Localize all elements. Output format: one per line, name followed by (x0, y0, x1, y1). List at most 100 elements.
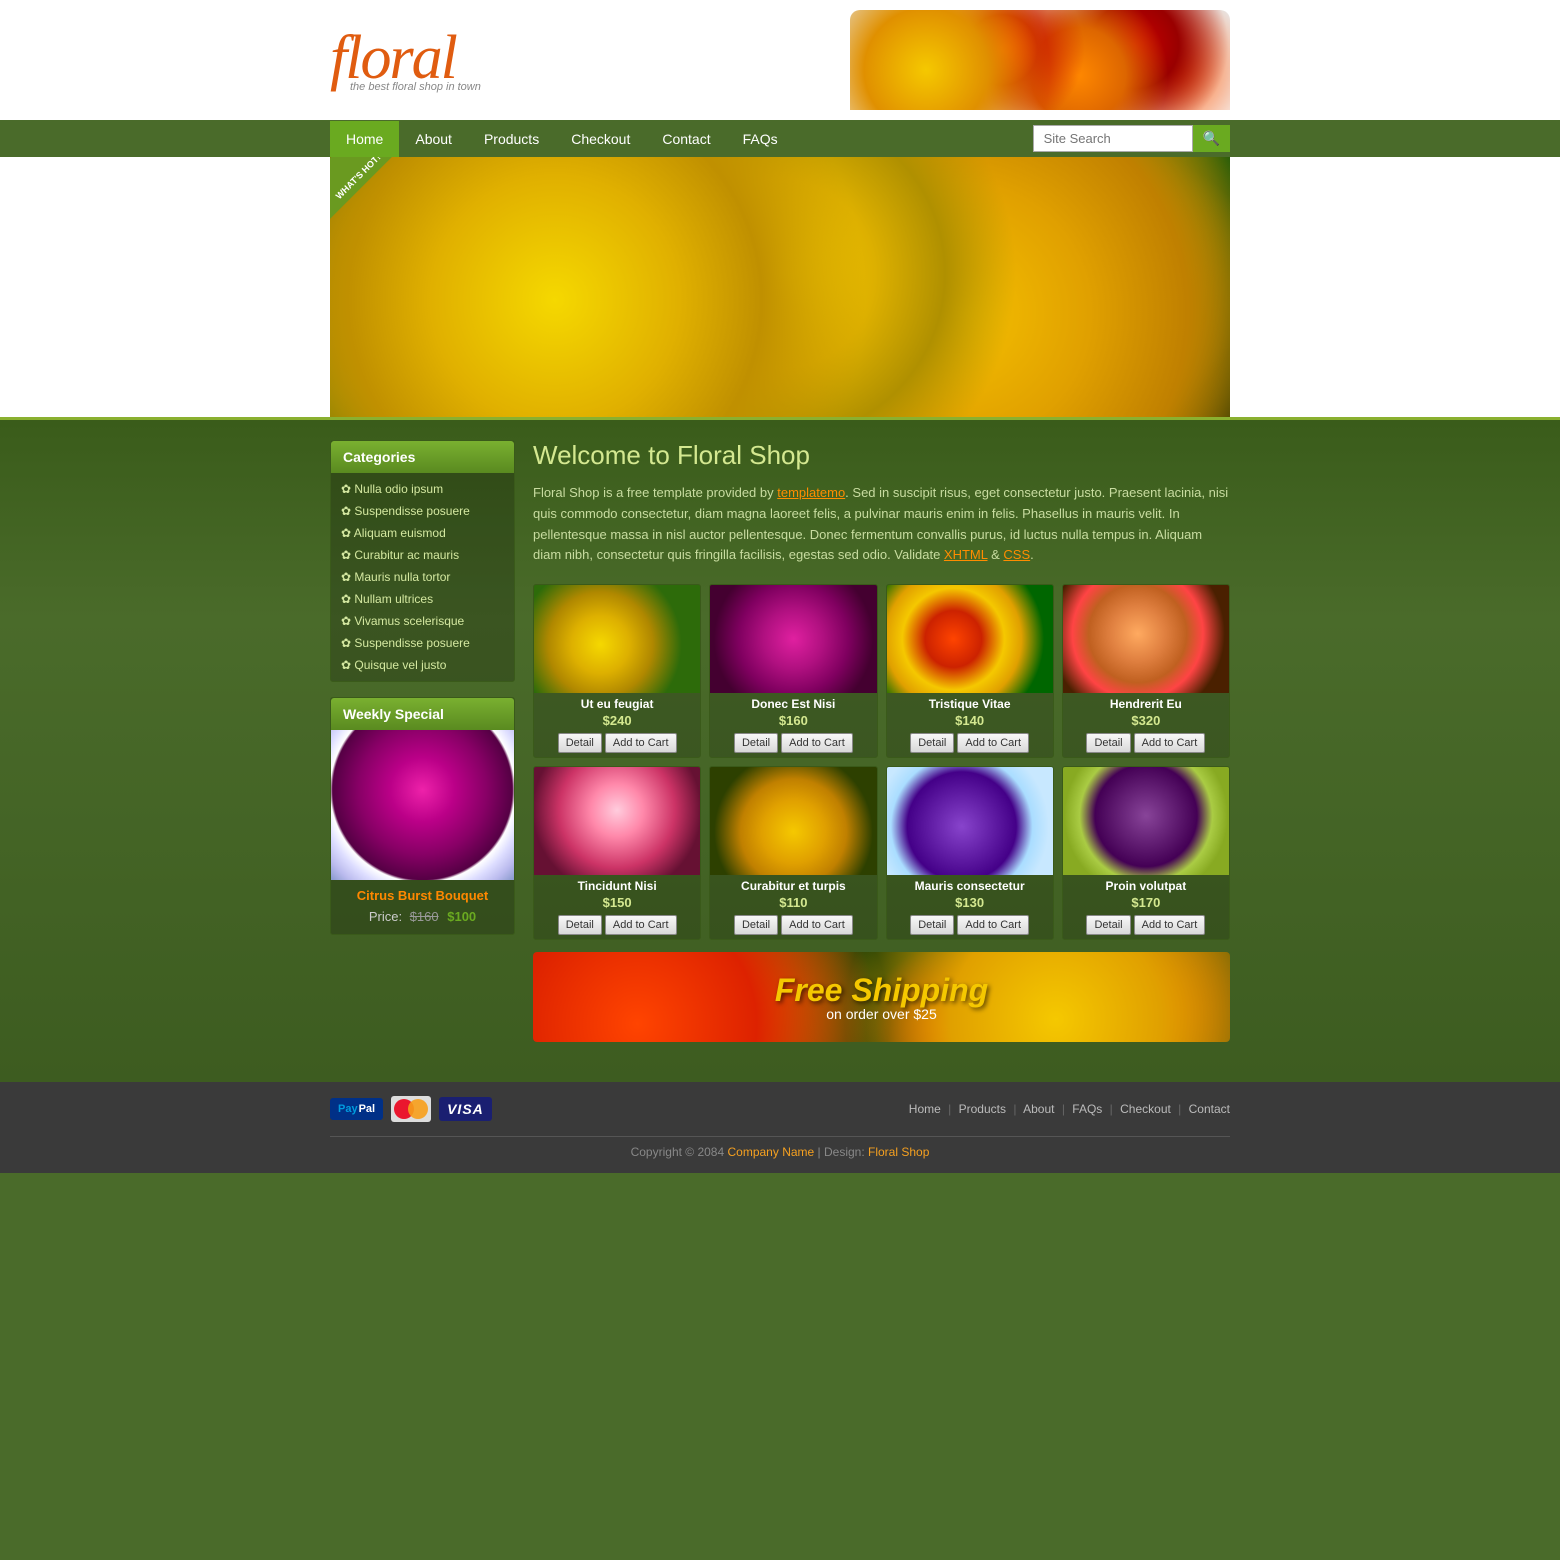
payment-icons: PayPal VISA (330, 1096, 492, 1122)
add-to-cart-button-6[interactable]: Add to Cart (781, 915, 853, 935)
footer-faqs-link[interactable]: FAQs (1072, 1102, 1102, 1116)
product-thumb-3 (887, 585, 1053, 693)
product-item-1: Ut eu feugiat $240 Detail Add to Cart (533, 584, 701, 758)
product-price-8: $170 (1063, 894, 1229, 911)
product-price-6: $110 (710, 894, 876, 911)
categories-title: Categories (331, 441, 514, 473)
category-item[interactable]: ✿ Curabitur ac mauris (331, 544, 514, 566)
detail-button-1[interactable]: Detail (558, 733, 602, 753)
search-input[interactable] (1033, 125, 1193, 152)
product-item-7: Mauris consectetur $130 Detail Add to Ca… (886, 766, 1054, 940)
category-item[interactable]: ✿ Aliquam euismod (331, 522, 514, 544)
product-item-2: Donec Est Nisi $160 Detail Add to Cart (709, 584, 877, 758)
templatemo-link[interactable]: templatemo (777, 485, 845, 500)
visa-icon: VISA (439, 1097, 492, 1121)
product-item-5: Tincidunt Nisi $150 Detail Add to Cart (533, 766, 701, 940)
product-price-3: $140 (887, 712, 1053, 729)
add-to-cart-button-4[interactable]: Add to Cart (1134, 733, 1206, 753)
category-item[interactable]: ✿ Nulla odio ipsum (331, 478, 514, 500)
css-link[interactable]: CSS (1003, 547, 1030, 562)
design-name-link[interactable]: Floral Shop (868, 1145, 929, 1159)
company-name-link[interactable]: Company Name (728, 1145, 815, 1159)
nav-item-faqs[interactable]: FAQs (727, 121, 794, 157)
product-thumb-7 (887, 767, 1053, 875)
product-price-4: $320 (1063, 712, 1229, 729)
weekly-special-name: Citrus Burst Bouquet (331, 880, 514, 906)
main-content: Welcome to Floral Shop Floral Shop is a … (533, 440, 1230, 1042)
product-name-8: Proin volutpat (1063, 875, 1229, 894)
weekly-special-box: Weekly Special Citrus Burst Bouquet Pric… (330, 697, 515, 935)
add-to-cart-button-3[interactable]: Add to Cart (957, 733, 1029, 753)
product-thumb-1 (534, 585, 700, 693)
product-item-4: Hendrerit Eu $320 Detail Add to Cart (1062, 584, 1230, 758)
welcome-title: Welcome to Floral Shop (533, 440, 1230, 471)
add-to-cart-button-2[interactable]: Add to Cart (781, 733, 853, 753)
detail-button-8[interactable]: Detail (1086, 915, 1130, 935)
logo: floral the best floral shop in town (330, 27, 481, 93)
detail-button-5[interactable]: Detail (558, 915, 602, 935)
add-to-cart-button-1[interactable]: Add to Cart (605, 733, 677, 753)
category-item[interactable]: ✿ Suspendisse posuere (331, 632, 514, 654)
product-price-5: $150 (534, 894, 700, 911)
detail-button-4[interactable]: Detail (1086, 733, 1130, 753)
product-price-7: $130 (887, 894, 1053, 911)
categories-list: ✿ Nulla odio ipsum ✿ Suspendisse posuere… (331, 473, 514, 681)
product-item-3: Tristique Vitae $140 Detail Add to Cart (886, 584, 1054, 758)
footer-copyright: Copyright © 2084 Company Name | Design: … (330, 1137, 1230, 1173)
product-item-8: Proin volutpat $170 Detail Add to Cart (1062, 766, 1230, 940)
header-flower-decoration (850, 10, 1230, 110)
product-thumb-2 (710, 585, 876, 693)
nav-item-products[interactable]: Products (468, 121, 555, 157)
sidebar: Categories ✿ Nulla odio ipsum ✿ Suspendi… (330, 440, 515, 1042)
detail-button-2[interactable]: Detail (734, 733, 778, 753)
search-container: 🔍 (1033, 120, 1230, 157)
welcome-text: Floral Shop is a free template provided … (533, 483, 1230, 566)
detail-button-7[interactable]: Detail (910, 915, 954, 935)
product-name-1: Ut eu feugiat (534, 693, 700, 712)
products-grid-row1: Ut eu feugiat $240 Detail Add to Cart Do… (533, 584, 1230, 758)
footer-checkout-link[interactable]: Checkout (1120, 1102, 1171, 1116)
product-thumb-6 (710, 767, 876, 875)
nav-item-about[interactable]: About (399, 121, 468, 157)
product-name-5: Tincidunt Nisi (534, 875, 700, 894)
nav-item-checkout[interactable]: Checkout (555, 121, 646, 157)
nav-item-contact[interactable]: Contact (646, 121, 726, 157)
product-price-2: $160 (710, 712, 876, 729)
price-label: Price: (369, 909, 402, 924)
footer: PayPal VISA Home | Products | About | FA… (0, 1082, 1560, 1173)
detail-button-3[interactable]: Detail (910, 733, 954, 753)
search-button[interactable]: 🔍 (1193, 125, 1230, 152)
category-item[interactable]: ✿ Quisque vel justo (331, 654, 514, 676)
weekly-special-image (331, 730, 514, 880)
nav-item-home[interactable]: Home (330, 121, 399, 157)
old-price: $160 (410, 909, 439, 924)
footer-about-link[interactable]: About (1023, 1102, 1054, 1116)
add-to-cart-button-8[interactable]: Add to Cart (1134, 915, 1206, 935)
product-thumb-8 (1063, 767, 1229, 875)
product-name-7: Mauris consectetur (887, 875, 1053, 894)
category-item[interactable]: ✿ Vivamus scelerisque (331, 610, 514, 632)
logo-tagline: the best floral shop in town (350, 81, 481, 93)
free-shipping-main-text: Free Shipping (775, 972, 988, 1009)
footer-products-link[interactable]: Products (959, 1102, 1006, 1116)
category-item[interactable]: ✿ Suspendisse posuere (331, 500, 514, 522)
mastercard-icon (391, 1096, 431, 1122)
whats-hot-badge: WHAT'S HOT! (330, 157, 410, 237)
categories-box: Categories ✿ Nulla odio ipsum ✿ Suspendi… (330, 440, 515, 682)
add-to-cart-button-5[interactable]: Add to Cart (605, 915, 677, 935)
footer-home-link[interactable]: Home (909, 1102, 941, 1116)
detail-button-6[interactable]: Detail (734, 915, 778, 935)
product-thumb-5 (534, 767, 700, 875)
category-item[interactable]: ✿ Mauris nulla tortor (331, 566, 514, 588)
product-name-2: Donec Est Nisi (710, 693, 876, 712)
footer-contact-link[interactable]: Contact (1189, 1102, 1230, 1116)
product-item-6: Curabitur et turpis $110 Detail Add to C… (709, 766, 877, 940)
hero-image (330, 157, 1230, 417)
main-navigation: Home About Products Checkout Contact FAQ… (330, 121, 794, 157)
category-item[interactable]: ✿ Nullam ultrices (331, 588, 514, 610)
footer-nav: Home | Products | About | FAQs | Checkou… (909, 1102, 1230, 1116)
add-to-cart-button-7[interactable]: Add to Cart (957, 915, 1029, 935)
paypal-icon: PayPal (330, 1098, 383, 1120)
xhtml-link[interactable]: XHTML (944, 547, 988, 562)
product-thumb-4 (1063, 585, 1229, 693)
